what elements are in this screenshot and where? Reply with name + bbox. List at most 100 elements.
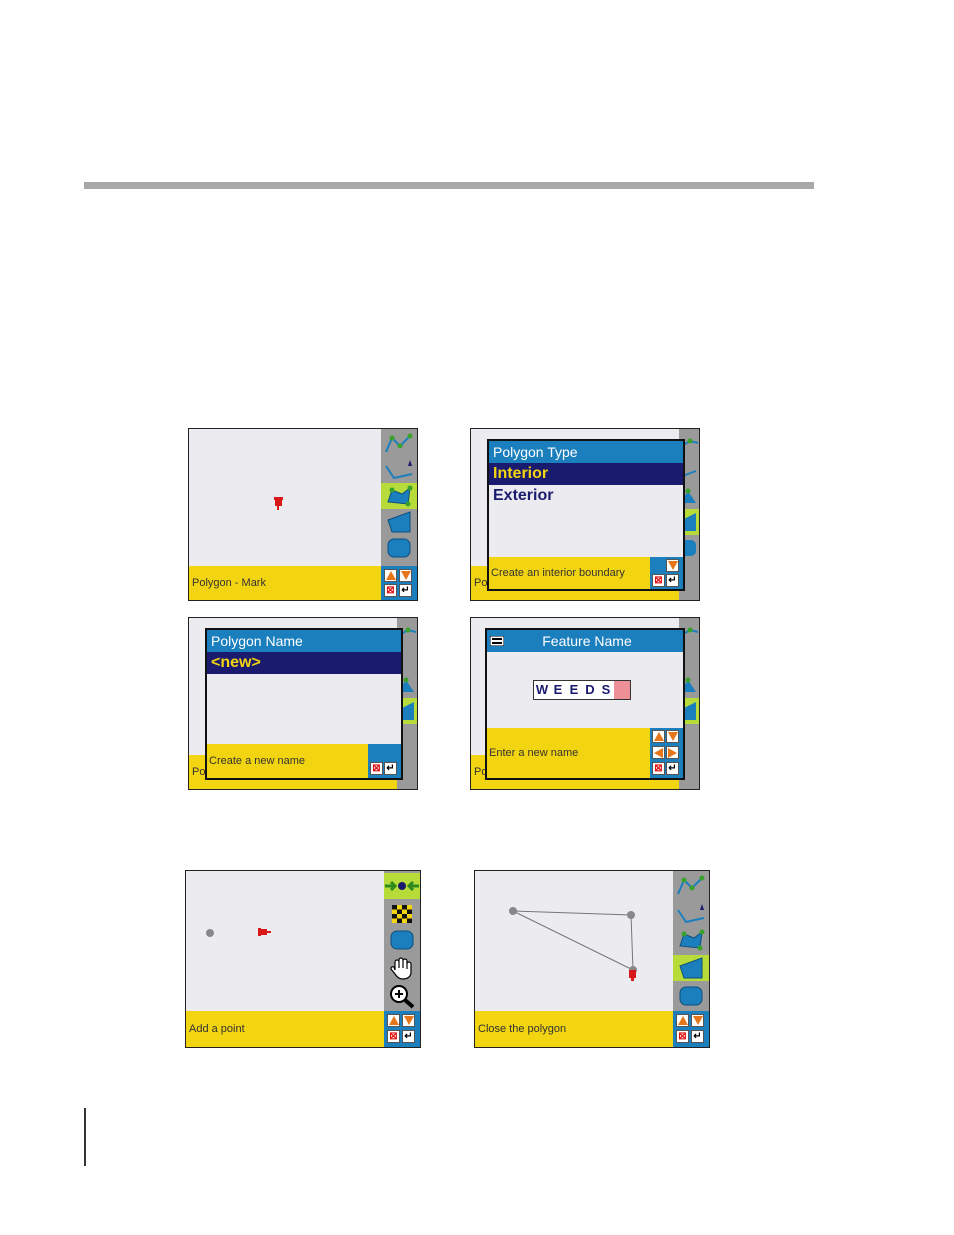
cancel-icon: ⊠ [372,762,381,774]
down-button[interactable] [399,569,412,582]
up-button[interactable] [384,569,397,582]
line-icon [677,904,705,924]
cancel-button[interactable]: ⊠ [370,762,383,775]
cancel-button[interactable]: ⊠ [384,584,397,597]
control-pad: ⊠ ↵ [381,566,417,600]
control-pad: ⊠ ↵ [673,1011,709,1047]
down-button[interactable] [402,1014,415,1027]
add-point-tool[interactable] [384,873,420,899]
screen-polygon-name: Pol Polygon Name <new> Create a new name… [188,617,418,790]
down-button[interactable] [666,730,679,743]
down-arrow-icon [667,732,678,741]
enter-icon: ↵ [386,762,395,774]
dialog-status-text: Create an interior boundary [489,557,650,589]
up-arrow-icon [388,1016,399,1025]
keyboard-icon [490,636,504,646]
down-arrow-icon [667,561,678,570]
enter-icon: ↵ [693,1030,702,1042]
cancel-button[interactable]: ⊠ [652,762,665,775]
letter-3[interactable]: E [566,681,582,699]
finish-tool[interactable] [386,901,418,927]
checkered-flag-icon [392,905,412,923]
enter-button[interactable]: ↵ [399,584,412,597]
enter-button[interactable]: ↵ [691,1030,704,1043]
dialog-title: Polygon Type [489,441,683,463]
option-interior[interactable]: Interior [489,463,683,485]
letter-5[interactable]: S [598,681,614,699]
dialog-title-text: Feature Name [542,633,632,649]
up-arrow-icon [385,571,396,580]
area-icon [679,957,703,979]
up-button[interactable] [387,1014,400,1027]
polygon-name-dialog: Polygon Name <new> Create a new name ⊠ ↵ [205,628,403,780]
enter-button[interactable]: ↵ [666,574,679,587]
dialog-status-text: Create a new name [207,744,368,778]
status-text: Polygon - Mark [189,566,381,600]
line-icon [385,460,413,480]
up-button[interactable] [676,1014,689,1027]
up-button[interactable] [652,730,665,743]
option-exterior[interactable]: Exterior [489,485,683,507]
line-tool[interactable] [675,901,707,927]
area-tool[interactable] [673,955,709,981]
cancel-button[interactable]: ⊠ [676,1030,689,1043]
polygon-tool[interactable] [675,927,707,953]
polyline-tool[interactable] [675,873,707,899]
polygon-outline [509,907,637,981]
boundary-icon [387,538,411,558]
screen-feature-name: Pol Feature Name W E E D S Enter a new n… [470,617,700,790]
status-text: Close the polygon [475,1011,673,1047]
screen-add-point: Add a point ⊠ ↵ [185,870,421,1048]
pan-tool[interactable] [386,955,418,981]
down-button[interactable] [691,1014,704,1027]
polyline-icon [677,875,705,895]
option-new-name[interactable]: <new> [207,652,401,674]
page-margin-line [84,1108,86,1166]
pushpin-icon [258,928,271,936]
up-arrow-icon [653,732,664,741]
right-button[interactable] [666,746,679,759]
boundary-tool[interactable] [386,927,418,953]
down-button[interactable] [666,559,679,572]
boundary-tool[interactable] [675,983,707,1009]
name-entry-field[interactable]: W E E D S [533,680,631,700]
boundary-icon [390,930,414,950]
zoom-tool[interactable] [386,983,418,1009]
enter-button[interactable]: ↵ [402,1030,415,1043]
down-arrow-icon [400,571,411,580]
dialog-title: Feature Name [487,630,683,652]
left-button[interactable] [652,746,665,759]
line-tool[interactable] [383,457,415,483]
enter-button[interactable]: ↵ [666,762,679,775]
hand-icon [390,957,412,980]
left-arrow-icon [654,747,663,758]
letter-4[interactable]: D [582,681,598,699]
screen-polygon-type: Pol Polygon Type Interior Exterior Creat… [470,428,700,601]
boundary-tool[interactable] [383,535,415,561]
polygon-icon [387,485,413,507]
right-arrow-icon [668,747,677,758]
cancel-icon: ⊠ [389,1030,398,1042]
zoom-in-icon [390,985,415,1009]
up-arrow-icon [677,1016,688,1025]
boundary-point [206,929,214,937]
polygon-type-dialog: Polygon Type Interior Exterior Create an… [487,439,685,591]
polygon-tool[interactable] [381,483,417,509]
control-pad: ⊠ ↵ [384,1011,420,1047]
status-text: Add a point [186,1011,384,1047]
dialog-status-text: Enter a new name [487,728,650,778]
add-point-arrow-icon [385,880,419,892]
polyline-tool[interactable] [383,431,415,457]
control-pad: ⊠ ↵ [368,744,401,778]
pushpin-icon [274,497,283,510]
control-pad: ⊠ ↵ [650,557,683,589]
cancel-button[interactable]: ⊠ [387,1030,400,1043]
cancel-icon: ⊠ [654,762,663,774]
letter-1[interactable]: W [534,681,550,699]
cancel-button[interactable]: ⊠ [652,574,665,587]
enter-icon: ↵ [404,1030,413,1042]
enter-button[interactable]: ↵ [384,762,397,775]
area-tool[interactable] [383,509,415,535]
down-arrow-icon [403,1016,414,1025]
letter-2[interactable]: E [550,681,566,699]
